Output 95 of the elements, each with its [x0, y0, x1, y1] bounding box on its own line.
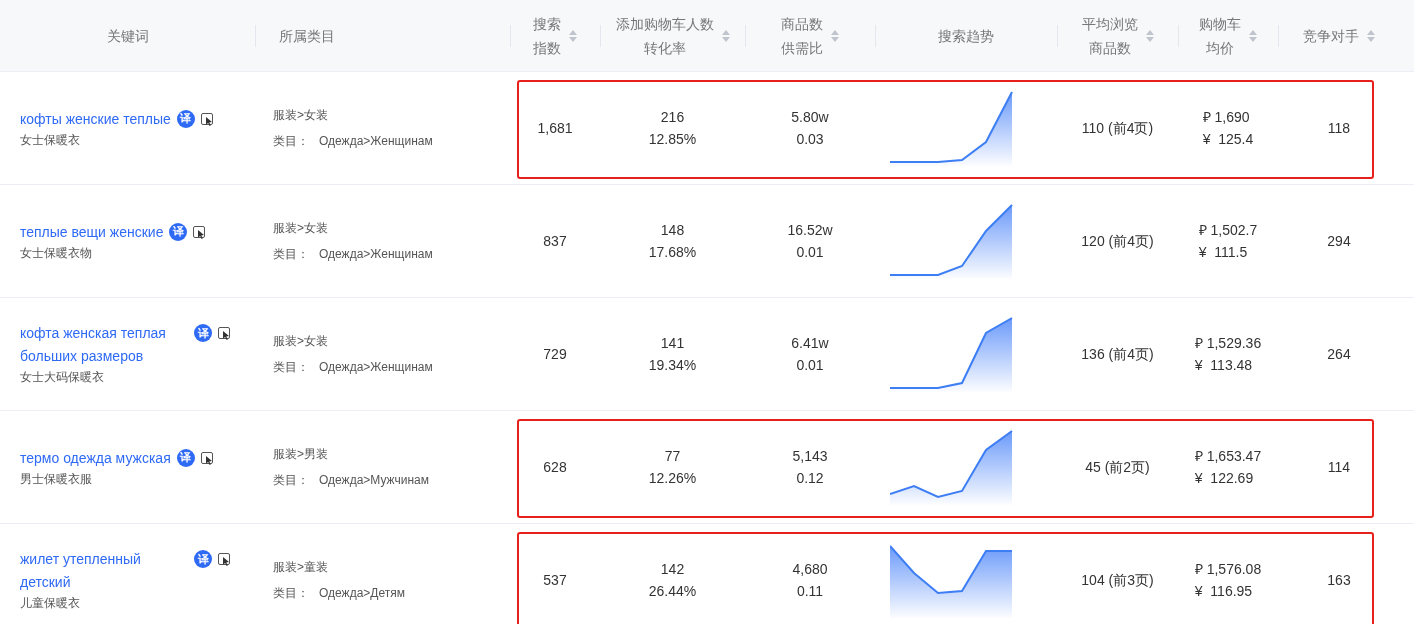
translate-badge[interactable]: 译	[176, 109, 195, 128]
avg-browse-count: 136 (前4页)	[1081, 344, 1154, 364]
add-to-cart-count: 141	[660, 334, 685, 353]
column-header: 平均浏览 商品数	[1081, 14, 1138, 58]
translate-badge[interactable]: 译	[194, 550, 212, 568]
category-path: 服装>女装	[273, 333, 329, 350]
translate-badge[interactable]: 译	[194, 324, 212, 342]
column-header: 购物车 均价	[1199, 14, 1241, 58]
cursor-icon[interactable]	[218, 553, 231, 566]
conversion-rate: 17.68%	[648, 243, 697, 262]
category-path: Одежда>Детям	[319, 585, 405, 602]
category-path: Одежда>Женщинам	[319, 359, 433, 376]
price-rub: ₽ 1,653.47	[1194, 447, 1262, 466]
supply-demand-ratio: 0.03	[796, 130, 824, 149]
category-label: 类目：	[273, 133, 309, 150]
search-index: 1,681	[537, 118, 573, 138]
price-cny: ¥ 113.48	[1194, 356, 1253, 375]
sort-icon[interactable]	[1145, 29, 1154, 42]
search-index: 537	[543, 570, 567, 590]
conversion-rate: 12.85%	[648, 130, 697, 149]
cursor-icon[interactable]	[200, 112, 214, 126]
category-path: 服装>女装	[273, 107, 329, 124]
keyword-link[interactable]: кофта женская теплая больших размеров	[20, 322, 188, 368]
cursor-icon[interactable]	[193, 225, 207, 239]
category-path: Одежда>Мужчинам	[319, 472, 429, 489]
keyword-link[interactable]: теплые вещи женские	[20, 220, 164, 244]
column-header: 竞争对手	[1303, 26, 1359, 46]
product-count: 5,143	[792, 447, 828, 466]
keyword-translation: 女士保暖衣	[20, 131, 81, 149]
conversion-rate: 26.44%	[648, 582, 697, 601]
price-rub: ₽ 1,576.08	[1194, 560, 1262, 579]
category-label: 类目：	[273, 246, 309, 263]
sort-icon[interactable]	[1367, 29, 1375, 42]
competitor-count: 294	[1327, 231, 1351, 251]
supply-demand-ratio: 0.01	[796, 243, 824, 262]
supply-demand-ratio: 0.11	[796, 582, 824, 601]
product-count: 16.52w	[787, 221, 833, 240]
price-rub: ₽ 1,529.36	[1194, 334, 1262, 353]
add-to-cart-count: 216	[660, 108, 685, 127]
column-header: 所属类目	[279, 26, 335, 46]
keyword-link[interactable]: кофты женские теплые	[20, 107, 171, 131]
sort-icon[interactable]	[1249, 29, 1257, 42]
search-index: 628	[543, 457, 567, 477]
conversion-rate: 12.26%	[648, 469, 697, 488]
add-to-cart-count: 77	[664, 447, 681, 466]
cursor-icon[interactable]	[218, 327, 231, 340]
keyword-translation: 儿童保暖衣	[20, 595, 81, 612]
competitor-count: 118	[1327, 118, 1351, 138]
price-rub: ₽ 1,690	[1202, 108, 1250, 127]
keyword-translation: 女士大码保暖衣	[20, 369, 105, 386]
keyword-translation: 男士保暖衣服	[20, 470, 93, 488]
search-index: 729	[543, 344, 567, 364]
keyword-translation: 女士保暖衣物	[20, 244, 93, 262]
sort-icon[interactable]	[721, 29, 730, 42]
price-rub: ₽ 1,502.7	[1198, 221, 1258, 240]
column-header: 商品数 供需比	[781, 14, 823, 58]
category-path: Одежда>Женщинам	[319, 246, 433, 263]
add-to-cart-count: 142	[660, 560, 685, 579]
price-cny: ¥ 116.95	[1194, 582, 1253, 601]
category-path: 服装>男装	[273, 446, 329, 463]
category-label: 类目：	[273, 585, 309, 602]
competitor-count: 114	[1327, 457, 1351, 477]
supply-demand-ratio: 0.12	[796, 469, 824, 488]
avg-browse-count: 104 (前3页)	[1081, 570, 1154, 590]
product-count: 4,680	[792, 560, 828, 579]
category-label: 类目：	[273, 359, 309, 376]
conversion-rate: 19.34%	[648, 356, 697, 375]
category-path: 服装>女装	[273, 220, 329, 237]
category-label: 类目：	[273, 472, 309, 489]
product-count: 6.41w	[791, 334, 829, 353]
category-path: Одежда>Женщинам	[319, 133, 433, 150]
translate-badge[interactable]: 译	[176, 448, 195, 467]
add-to-cart-count: 148	[660, 221, 685, 240]
price-cny: ¥ 122.69	[1194, 469, 1254, 488]
column-header: 关键词	[106, 26, 149, 46]
column-header: 搜索 指数	[533, 14, 561, 58]
avg-browse-count: 45 (前2页)	[1085, 457, 1150, 477]
search-index: 837	[543, 231, 567, 251]
column-header: 添加购物车人数 转化率	[615, 14, 714, 58]
avg-browse-count: 120 (前4页)	[1081, 231, 1154, 251]
avg-browse-count: 110 (前4页)	[1081, 118, 1154, 138]
sort-icon[interactable]	[569, 29, 577, 42]
keyword-link[interactable]: термо одежда мужская	[20, 446, 171, 470]
competitor-count: 264	[1327, 344, 1351, 364]
sort-icon[interactable]	[831, 29, 839, 42]
price-cny: ¥ 125.4	[1202, 130, 1254, 149]
price-cny: ¥ 111.5	[1198, 243, 1248, 262]
keyword-link[interactable]: жилет утепленный детский	[20, 548, 188, 594]
cursor-icon[interactable]	[200, 451, 214, 465]
translate-badge[interactable]: 译	[169, 222, 188, 241]
column-header: 搜索趋势	[938, 26, 994, 46]
supply-demand-ratio: 0.01	[796, 356, 824, 375]
product-count: 5.80w	[791, 108, 829, 127]
category-path: 服装>童装	[273, 559, 329, 576]
competitor-count: 163	[1327, 570, 1351, 590]
